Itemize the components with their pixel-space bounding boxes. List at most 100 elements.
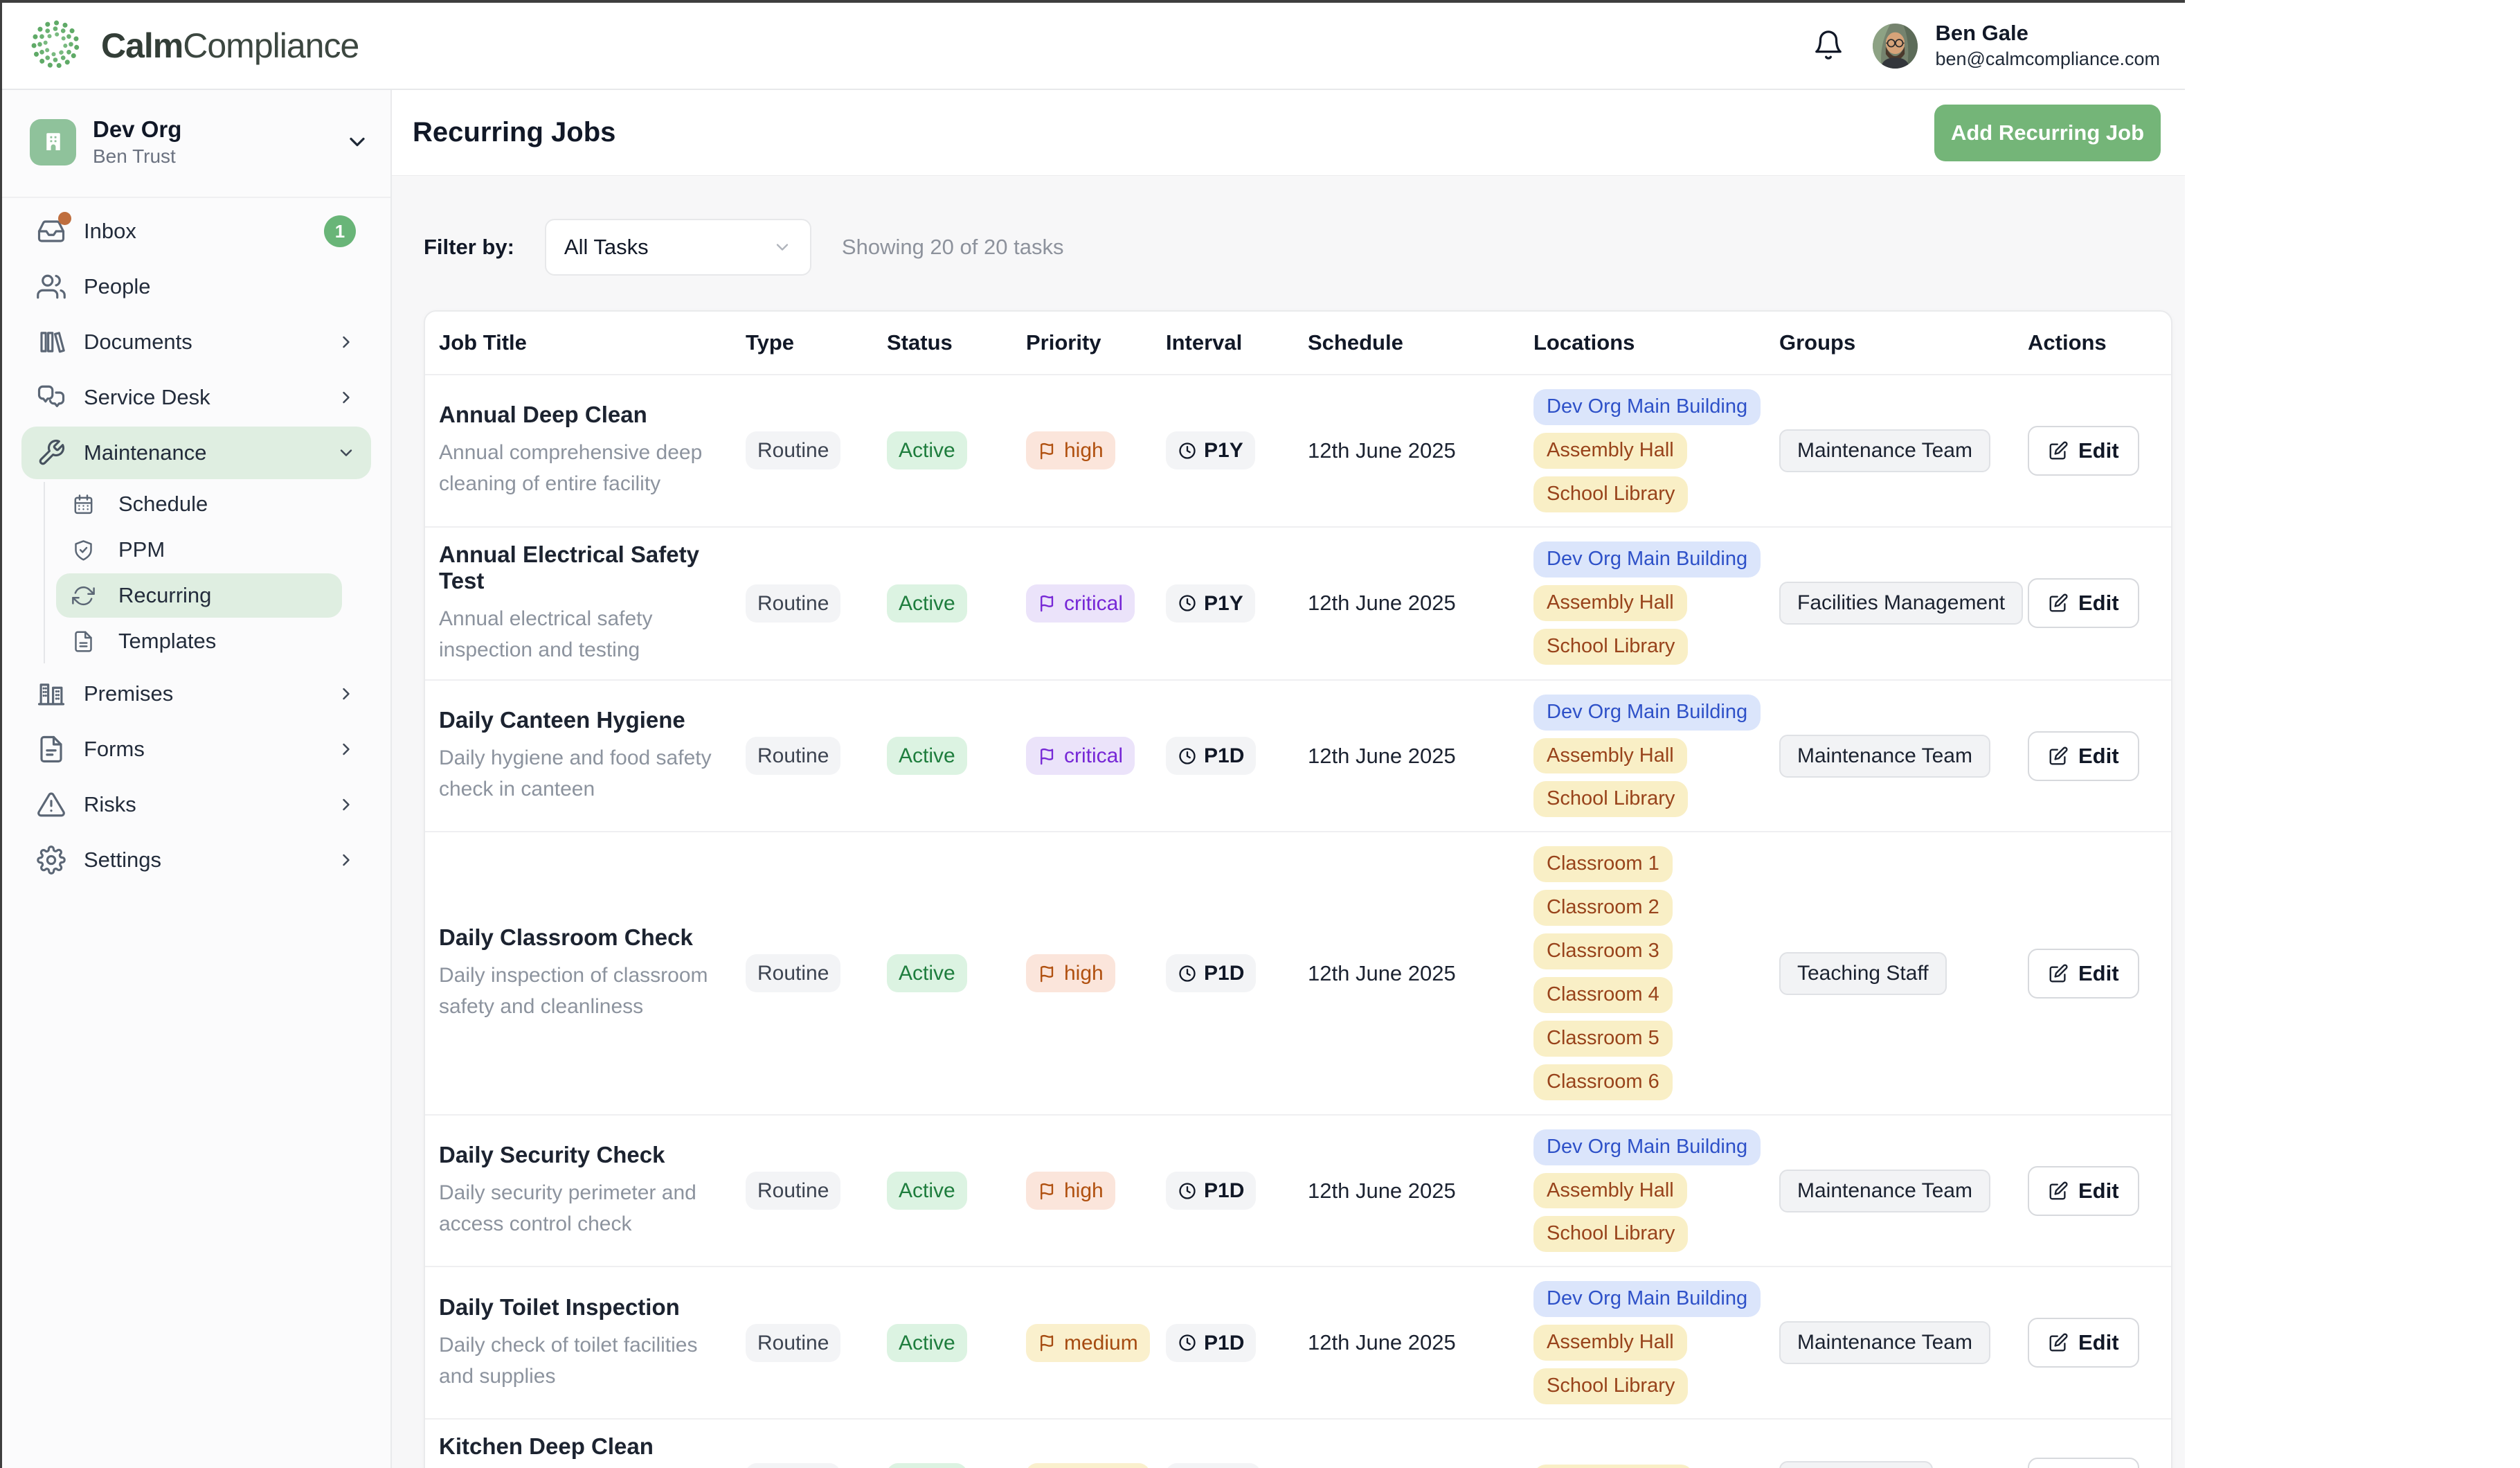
job-title: Daily Toilet Inspection (439, 1294, 725, 1321)
user-menu[interactable]: Ben Gale ben@calmcompliance.com (1872, 21, 2160, 70)
brand-name: CalmCompliance (101, 26, 359, 66)
priority-badge: medium (1026, 1463, 1150, 1468)
ppm-icon (72, 539, 95, 562)
interval-badge: P1D (1166, 954, 1256, 992)
add-recurring-job-button[interactable]: Add Recurring Job (1934, 105, 2161, 161)
brand-logo-icon (28, 17, 83, 75)
sidebar-item-forms[interactable]: Forms (21, 723, 371, 776)
sidebar-item-label: People (84, 274, 151, 299)
user-name: Ben Gale (1935, 21, 2160, 45)
group-tag: Kitchen Staff (1779, 1461, 1933, 1468)
sidebar-item-schedule[interactable]: Schedule (56, 482, 342, 526)
sidebar-item-label: Forms (84, 737, 145, 762)
status-badge: Active (887, 1324, 967, 1362)
sidebar-item-label: Templates (118, 629, 216, 654)
table-row: Daily Canteen HygieneDaily hygiene and f… (425, 679, 2171, 832)
sidebar-item-risks[interactable]: Risks (21, 778, 371, 831)
type-badge: Routine (746, 584, 840, 623)
sidebar-item-ppm[interactable]: PPM (56, 528, 342, 572)
edit-button[interactable]: Edit (2028, 1318, 2139, 1368)
edit-icon (2048, 963, 2069, 984)
sidebar-item-premises[interactable]: Premises (21, 668, 371, 720)
locations: School Kitchen (1533, 1465, 1779, 1468)
page-header: Recurring Jobs Add Recurring Job (392, 90, 2185, 176)
job-title: Kitchen Deep Clean (439, 1433, 725, 1460)
edit-icon (2048, 1332, 2069, 1353)
edit-button[interactable]: Edit (2028, 1166, 2139, 1216)
group-tag: Maintenance Team (1779, 429, 1990, 472)
schedule-icon (72, 493, 95, 516)
brand-logo: CalmCompliance (28, 17, 359, 75)
task-filter-select[interactable]: All Tasks (545, 219, 811, 276)
edit-button[interactable]: Edit (2028, 731, 2139, 781)
sidebar-item-maintenance[interactable]: Maintenance (21, 427, 371, 479)
edit-icon (2048, 593, 2069, 614)
location-tag: Assembly Hall (1533, 738, 1687, 774)
column-header-priority: Priority (1026, 330, 1166, 355)
location-tag: School Library (1533, 1216, 1688, 1252)
locations: Dev Org Main BuildingAssembly HallSchool… (1533, 541, 1779, 665)
app-window: CalmCompliance (0, 0, 2185, 1468)
org-subtitle: Ben Trust (93, 145, 181, 168)
sidebar-item-templates[interactable]: Templates (56, 619, 342, 663)
jobs-table: Job TitleTypeStatusPriorityIntervalSched… (424, 310, 2172, 1468)
job-description: Daily inspection of classroom safety and… (439, 960, 725, 1022)
column-header-groups: Groups (1779, 330, 2028, 355)
status-badge: Active (887, 431, 967, 469)
notifications-button[interactable] (1812, 29, 1844, 63)
locations: Dev Org Main BuildingAssembly HallSchool… (1533, 1129, 1779, 1253)
edit-button[interactable]: Edit (2028, 426, 2139, 476)
edit-button[interactable]: Edit (2028, 1458, 2139, 1468)
priority-badge: high (1026, 1172, 1115, 1210)
table-row: Daily Classroom CheckDaily inspection of… (425, 831, 2171, 1113)
group-tag: Teaching Staff (1779, 952, 1947, 995)
location-tag: School Library (1533, 1368, 1688, 1404)
chevron-down-icon (345, 129, 370, 154)
column-header-job-title: Job Title (425, 330, 746, 355)
job-description: Daily check of toilet facilities and sup… (439, 1330, 725, 1392)
sidebar-item-settings[interactable]: Settings (21, 834, 371, 886)
location-tag: Classroom 6 (1533, 1064, 1673, 1100)
flag-icon (1038, 1181, 1057, 1201)
sidebar-item-people[interactable]: People (21, 260, 371, 313)
sidebar-submenu: Schedule PPM Recurring Templates (44, 482, 390, 663)
column-header-locations: Locations (1533, 330, 1779, 355)
risks-icon (37, 790, 66, 819)
type-badge: Routine (746, 431, 840, 469)
flag-icon (1038, 1333, 1057, 1352)
clock-icon (1178, 441, 1197, 460)
edit-button[interactable]: Edit (2028, 578, 2139, 628)
recurring-icon (72, 584, 95, 607)
sidebar-item-documents[interactable]: Documents (21, 316, 371, 368)
clock-icon (1178, 593, 1197, 613)
locations: Classroom 1Classroom 2Classroom 3Classro… (1533, 846, 1779, 1100)
group-tag: Maintenance Team (1779, 1170, 1990, 1212)
sidebar-item-recurring[interactable]: Recurring (56, 573, 342, 618)
location-tag: School Library (1533, 781, 1688, 817)
job-title: Annual Electrical Safety Test (439, 541, 725, 594)
sidebar-item-inbox[interactable]: Inbox1 (21, 205, 371, 258)
org-name: Dev Org (93, 116, 181, 143)
sidebar-item-label: Recurring (118, 583, 211, 608)
schedule-date: 12th June 2025 (1308, 1330, 1456, 1354)
location-tag: Dev Org Main Building (1533, 695, 1761, 731)
maintenance-icon (37, 438, 66, 467)
chevron-down-icon (336, 443, 356, 463)
clock-icon (1178, 1333, 1197, 1352)
chevron-right-icon (336, 684, 356, 704)
type-badge: Routine (746, 737, 840, 775)
clock-icon (1178, 1181, 1197, 1201)
priority-badge: medium (1026, 1324, 1150, 1362)
edit-icon (2048, 440, 2069, 461)
sidebar-item-service-desk[interactable]: Service Desk (21, 371, 371, 424)
sidebar-item-label: Schedule (118, 492, 208, 517)
org-icon (30, 119, 76, 165)
chevron-down-icon (773, 238, 792, 257)
sidebar-item-label: Premises (84, 681, 173, 706)
org-selector[interactable]: Dev Org Ben Trust (2, 90, 390, 198)
forms-icon (37, 735, 66, 764)
edit-button[interactable]: Edit (2028, 949, 2139, 999)
location-tag: Assembly Hall (1533, 585, 1687, 621)
service-desk-icon (37, 383, 66, 412)
location-tag: Dev Org Main Building (1533, 1281, 1761, 1317)
